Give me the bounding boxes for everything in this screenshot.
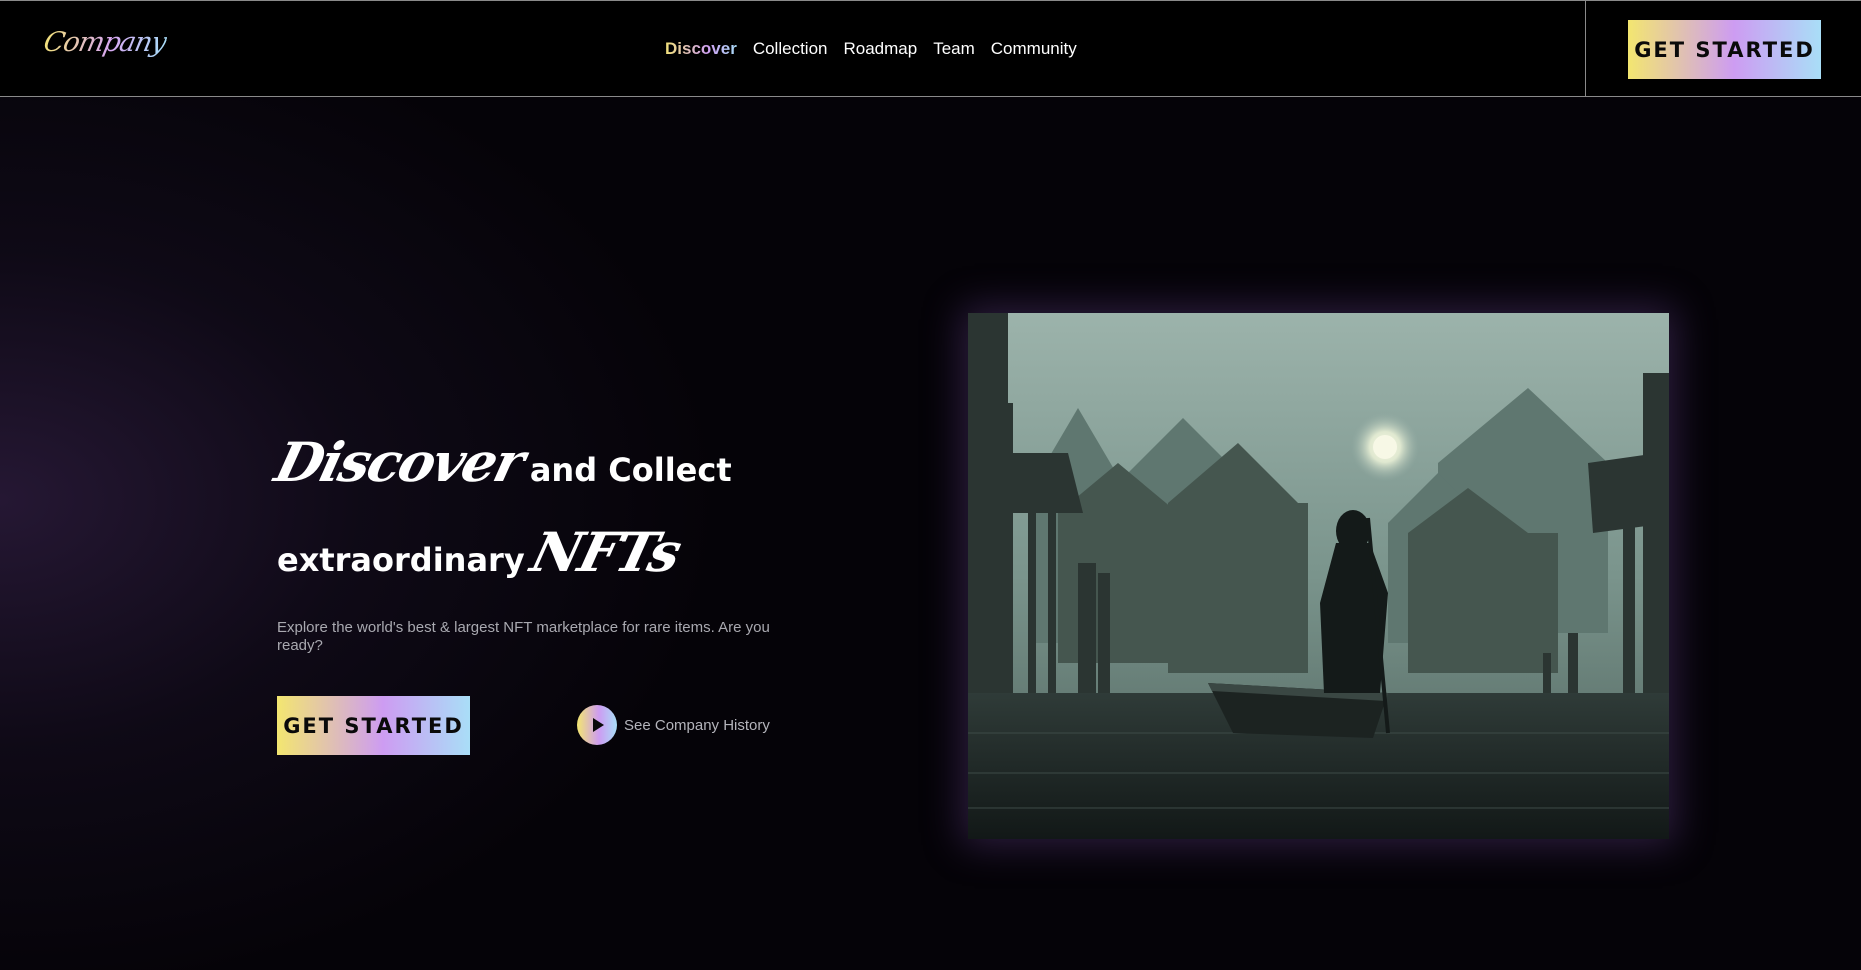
nav-get-started-button[interactable]: GET STARTED	[1628, 20, 1821, 79]
hero-title-script-nfts: NFTs	[524, 520, 686, 584]
company-logo[interactable]: Company	[41, 27, 169, 58]
hero-artwork-image	[968, 313, 1669, 839]
play-triangle	[593, 718, 604, 732]
nav-link-discover[interactable]: Discover	[665, 39, 737, 59]
see-company-history-link[interactable]: See Company History	[577, 705, 770, 745]
hero-title-line-1: Discover and Collect	[269, 430, 740, 494]
nav-link-roadmap[interactable]: Roadmap	[843, 39, 917, 59]
landing-page: Company Discover Collection Roadmap Team…	[0, 0, 1861, 970]
play-icon[interactable]	[577, 705, 617, 745]
hero-description: Explore the world's best & largest NFT m…	[277, 619, 770, 654]
hero-artwork-illustration	[968, 313, 1669, 839]
navbar: Company Discover Collection Roadmap Team…	[0, 0, 1861, 97]
nav-link-collection[interactable]: Collection	[753, 39, 828, 59]
hero-title-line-2: extraordinary NFTs	[277, 520, 686, 584]
hero-title-extraordinary: extraordinary	[277, 541, 525, 579]
nav-divider	[1585, 1, 1586, 97]
hero-get-started-button[interactable]: GET STARTED	[277, 696, 470, 755]
hero-title-script-discover: Discover	[269, 430, 530, 494]
nav-link-team[interactable]: Team	[933, 39, 975, 59]
see-company-history-label: See Company History	[624, 716, 770, 734]
nav-links: Discover Collection Roadmap Team Communi…	[665, 39, 1077, 59]
nav-link-community[interactable]: Community	[991, 39, 1077, 59]
hero-title-and-collect: and Collect	[529, 451, 732, 489]
